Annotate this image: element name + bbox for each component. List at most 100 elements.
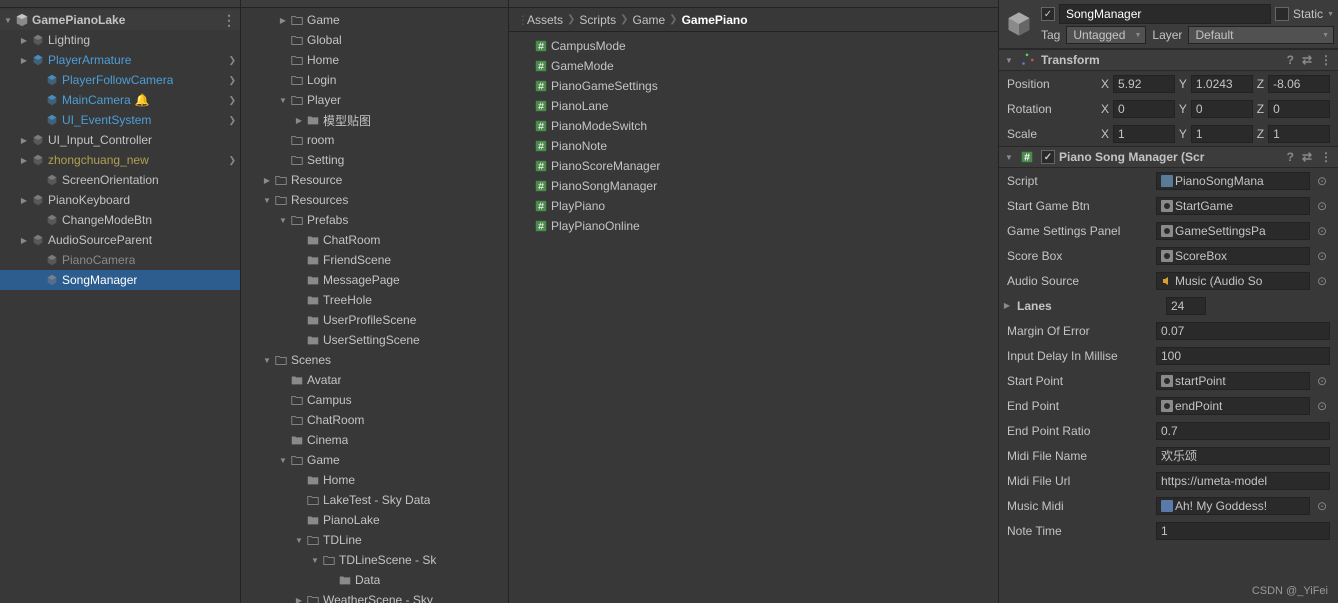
object-picker-icon[interactable]: ⊙	[1314, 224, 1330, 238]
hierarchy-item[interactable]: PlayerFollowCamera❯	[0, 70, 240, 90]
foldout-icon[interactable]	[293, 534, 305, 546]
object-field[interactable]: Music (Audio So	[1156, 272, 1310, 290]
foldout-icon[interactable]	[293, 494, 305, 506]
scene-header[interactable]: GamePianoLake ⋮	[0, 10, 240, 30]
rotation-y-field[interactable]: 0	[1191, 100, 1253, 118]
object-field[interactable]: GameSettingsPa	[1156, 222, 1310, 240]
foldout-icon[interactable]	[277, 454, 289, 466]
project-item[interactable]: Scenes	[241, 350, 508, 370]
foldout-icon[interactable]	[32, 174, 44, 186]
overrides-icon[interactable]: ❯	[228, 95, 236, 106]
overrides-icon[interactable]: ❯	[228, 115, 236, 126]
foldout-icon[interactable]	[277, 94, 289, 106]
hierarchy-item[interactable]: UI_Input_Controller	[0, 130, 240, 150]
position-x-field[interactable]: 5.92	[1113, 75, 1175, 93]
object-field[interactable]: Ah! My Goddess!	[1156, 497, 1310, 515]
foldout-icon[interactable]	[293, 254, 305, 266]
hierarchy-item[interactable]: ChangeModeBtn	[0, 210, 240, 230]
foldout-icon[interactable]	[293, 474, 305, 486]
scale-x-field[interactable]: 1	[1113, 125, 1175, 143]
foldout-icon[interactable]	[32, 274, 44, 286]
foldout-icon[interactable]	[293, 334, 305, 346]
foldout-icon[interactable]	[293, 314, 305, 326]
foldout-icon[interactable]	[32, 94, 44, 106]
foldout-icon[interactable]	[18, 154, 30, 166]
foldout-icon[interactable]	[18, 34, 30, 46]
scale-y-field[interactable]: 1	[1191, 125, 1253, 143]
foldout-icon[interactable]	[277, 374, 289, 386]
foldout-icon[interactable]	[293, 114, 305, 126]
project-item[interactable]: UserSettingScene	[241, 330, 508, 350]
foldout-icon[interactable]	[277, 434, 289, 446]
position-z-field[interactable]: -8.06	[1268, 75, 1330, 93]
project-item[interactable]: Cinema	[241, 430, 508, 450]
foldout-icon[interactable]	[325, 574, 337, 586]
component-enabled-checkbox[interactable]	[1041, 150, 1055, 164]
project-item[interactable]: TDLine	[241, 530, 508, 550]
foldout-icon[interactable]	[277, 74, 289, 86]
foldout-icon[interactable]	[1003, 54, 1015, 66]
foldout-icon[interactable]	[293, 514, 305, 526]
hierarchy-item[interactable]: AudioSourceParent	[0, 230, 240, 250]
object-field[interactable]: StartGame	[1156, 197, 1310, 215]
project-item[interactable]: Global	[241, 30, 508, 50]
foldout-icon[interactable]	[277, 394, 289, 406]
object-picker-icon[interactable]: ⊙	[1314, 499, 1330, 513]
static-checkbox[interactable]	[1275, 7, 1289, 21]
enabled-checkbox[interactable]	[1041, 7, 1055, 21]
tag-dropdown[interactable]: Untagged	[1066, 26, 1146, 44]
text-field[interactable]: 100	[1156, 347, 1330, 365]
asset-item[interactable]: #PianoModeSwitch	[509, 116, 998, 136]
asset-item[interactable]: #GameMode	[509, 56, 998, 76]
asset-item[interactable]: #CampusMode	[509, 36, 998, 56]
object-picker-icon[interactable]: ⊙	[1314, 274, 1330, 288]
project-item[interactable]: TDLineScene - Sk	[241, 550, 508, 570]
foldout-icon[interactable]	[261, 194, 273, 206]
foldout-icon[interactable]	[293, 594, 305, 603]
hierarchy-item[interactable]: SongManager	[0, 270, 240, 290]
foldout-icon[interactable]	[277, 214, 289, 226]
asset-item[interactable]: #PlayPiano	[509, 196, 998, 216]
rotation-z-field[interactable]: 0	[1268, 100, 1330, 118]
project-item[interactable]: Resource	[241, 170, 508, 190]
hierarchy-item[interactable]: Lighting	[0, 30, 240, 50]
project-item[interactable]: TreeHole	[241, 290, 508, 310]
asset-item[interactable]: #PianoGameSettings	[509, 76, 998, 96]
foldout-icon[interactable]	[18, 234, 30, 246]
foldout-icon[interactable]	[18, 54, 30, 66]
project-item[interactable]: FriendScene	[241, 250, 508, 270]
overrides-icon[interactable]: ❯	[228, 75, 236, 86]
foldout-icon[interactable]	[293, 274, 305, 286]
y-label[interactable]: Y	[1177, 102, 1189, 116]
object-picker-icon[interactable]: ⊙	[1314, 399, 1330, 413]
x-label[interactable]: X	[1099, 127, 1111, 141]
project-item[interactable]: Home	[241, 50, 508, 70]
transform-header[interactable]: Transform ? ⇄ ⋮	[999, 49, 1338, 71]
project-item[interactable]: Avatar	[241, 370, 508, 390]
foldout-icon[interactable]	[261, 354, 273, 366]
text-field[interactable]: https://umeta-model	[1156, 472, 1330, 490]
z-label[interactable]: Z	[1255, 127, 1266, 141]
preset-icon[interactable]: ⇄	[1300, 150, 1314, 164]
text-field[interactable]: 1	[1156, 522, 1330, 540]
hierarchy-item[interactable]: PianoCamera	[0, 250, 240, 270]
asset-item[interactable]: #PianoNote	[509, 136, 998, 156]
project-item[interactable]: Prefabs	[241, 210, 508, 230]
menu-icon[interactable]: ⋮	[1318, 53, 1334, 67]
project-item[interactable]: Resources	[241, 190, 508, 210]
project-item[interactable]: ChatRoom	[241, 230, 508, 250]
object-field[interactable]: endPoint	[1156, 397, 1310, 415]
project-item[interactable]: PianoLake	[241, 510, 508, 530]
foldout-icon[interactable]	[309, 554, 321, 566]
asset-item[interactable]: #PianoSongManager	[509, 176, 998, 196]
foldout-icon[interactable]	[2, 14, 14, 26]
object-name-field[interactable]: SongManager	[1059, 4, 1271, 24]
foldout-icon[interactable]	[32, 114, 44, 126]
foldout-icon[interactable]	[293, 294, 305, 306]
breadcrumb-item[interactable]: Assets	[527, 13, 563, 27]
asset-item[interactable]: #PianoLane	[509, 96, 998, 116]
gameobject-icon[interactable]	[1003, 8, 1035, 40]
foldout-icon[interactable]	[277, 134, 289, 146]
project-item[interactable]: MessagePage	[241, 270, 508, 290]
layer-dropdown[interactable]: Default	[1188, 26, 1334, 44]
